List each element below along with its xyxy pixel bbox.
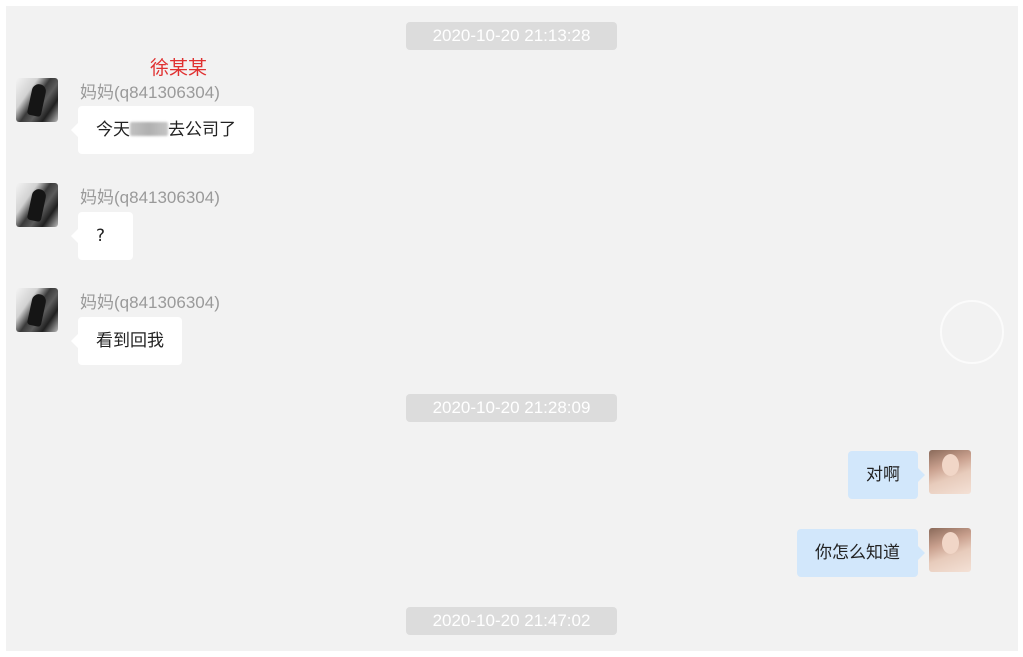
- message-text: 去公司了: [168, 120, 236, 140]
- sender-avatar[interactable]: [16, 78, 58, 122]
- sender-name: 妈妈(q841306304): [80, 293, 220, 312]
- redaction-blur: [130, 122, 168, 136]
- sender-name: 妈妈(q841306304): [80, 83, 220, 102]
- my-avatar[interactable]: [929, 528, 971, 572]
- message-text: ?: [96, 226, 106, 246]
- sender-name: 妈妈(q841306304): [80, 188, 220, 207]
- message-bubble[interactable]: 你怎么知道: [797, 529, 925, 577]
- annotation-label: 徐某某: [150, 57, 208, 79]
- timestamp: 2020-10-20 21:47:02: [406, 607, 617, 635]
- sender-avatar[interactable]: [16, 183, 58, 227]
- sender-avatar[interactable]: [16, 288, 58, 332]
- message-text: 今天: [96, 120, 130, 140]
- my-avatar[interactable]: [929, 450, 971, 494]
- watermark-icon: [940, 300, 1004, 364]
- message-text: 对啊: [866, 465, 900, 485]
- message-bubble[interactable]: 看到回我: [71, 317, 182, 365]
- timestamp: 2020-10-20 21:13:28: [406, 22, 617, 50]
- message-bubble[interactable]: 对啊: [848, 451, 925, 499]
- timestamp: 2020-10-20 21:28:09: [406, 394, 617, 422]
- message-bubble[interactable]: ?: [71, 212, 133, 260]
- message-text: 你怎么知道: [815, 543, 900, 563]
- message-bubble[interactable]: 今天 去公司了: [71, 106, 254, 154]
- message-text: 看到回我: [96, 331, 164, 351]
